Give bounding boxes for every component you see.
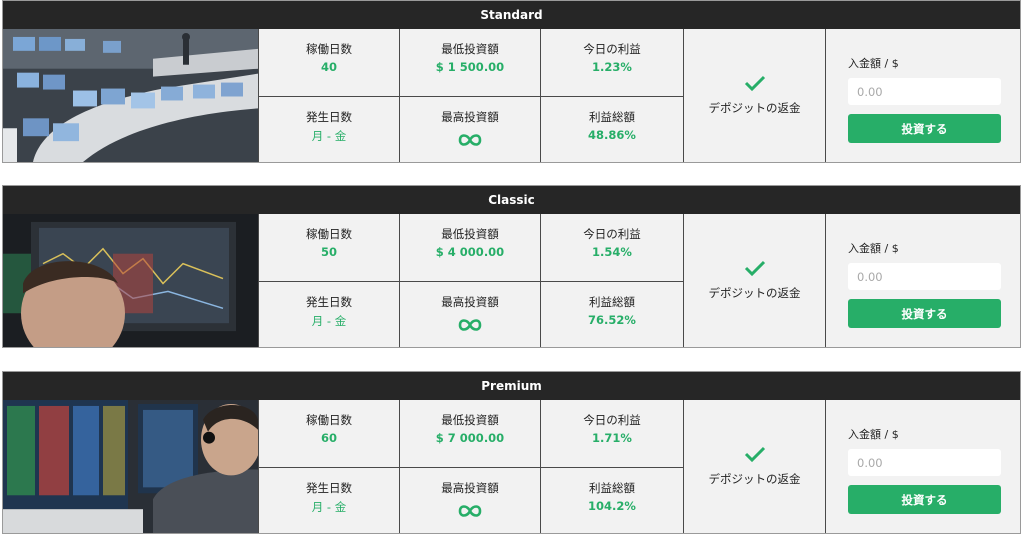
total-profit-cell: 利益総額 48.86%	[540, 95, 683, 162]
min-investment-label: 最低投資額	[441, 227, 499, 241]
plan-card-premium: Premium 稼働日数 60 最低投資額 $ 7 000.00 今日の利益 1…	[2, 371, 1021, 534]
invest-button[interactable]: 投資する	[848, 485, 1001, 514]
working-days-value: 50	[320, 245, 337, 259]
accrual-days-label: 発生日数	[306, 294, 352, 309]
min-investment-cell: 最低投資額 $ 4 000.00	[399, 214, 540, 281]
total-profit-value: 48.86%	[588, 127, 636, 142]
max-investment-label: 最高投資額	[441, 480, 499, 495]
total-profit-label: 利益総額	[589, 109, 635, 124]
check-icon	[744, 75, 765, 92]
today-profit-cell: 今日の利益 1.54%	[540, 214, 683, 281]
deposit-refund-label: デポジットの返金	[708, 286, 801, 300]
check-icon	[744, 446, 765, 463]
check-icon	[744, 260, 765, 277]
today-profit-label: 今日の利益	[583, 42, 641, 56]
amount-input[interactable]	[848, 449, 1001, 476]
plan-card-standard: Standard 稼働日数 40 最低投資額 $ 1 500.00 今日の利益 …	[2, 0, 1021, 163]
min-investment-label: 最低投資額	[441, 42, 499, 56]
invest-button[interactable]: 投資する	[848, 114, 1001, 143]
trader-monitor-photo	[3, 214, 258, 347]
accrual-days-cell: 発生日数 月 - 金	[258, 280, 399, 347]
amount-input[interactable]	[848, 263, 1001, 290]
total-profit-label: 利益総額	[589, 294, 635, 309]
today-profit-value: 1.71%	[592, 431, 632, 445]
invest-panel: 入金額 / $ 投資する	[825, 400, 1020, 533]
min-investment-label: 最低投資額	[441, 413, 499, 427]
total-profit-cell: 利益総額 76.52%	[540, 280, 683, 347]
plan-body: 稼働日数 40 最低投資額 $ 1 500.00 今日の利益 1.23% 発生日…	[3, 29, 1020, 162]
plan-title: Premium	[3, 372, 1020, 400]
amount-input[interactable]	[848, 78, 1001, 105]
max-investment-label: 最高投資額	[441, 294, 499, 309]
deposit-refund-label: デポジットの返金	[708, 101, 801, 115]
today-profit-value: 1.23%	[592, 60, 632, 74]
max-investment-cell: 最高投資額	[399, 280, 540, 347]
total-profit-value: 76.52%	[588, 312, 636, 327]
min-investment-cell: 最低投資額 $ 1 500.00	[399, 29, 540, 96]
today-profit-label: 今日の利益	[583, 413, 641, 427]
deposit-refund-label: デポジットの返金	[708, 472, 801, 486]
accrual-days-value: 月 - 金	[311, 499, 347, 514]
deposit-refund-cell: デポジットの返金	[683, 29, 825, 162]
working-days-label: 稼働日数	[306, 227, 352, 241]
plan-card-classic: Classic 稼働日数 50 最低投資額 $ 4 000.00 今日の利益 1…	[2, 185, 1021, 348]
working-days-value: 60	[320, 431, 337, 445]
accrual-days-value: 月 - 金	[311, 313, 347, 328]
deposit-refund-cell: デポジットの返金	[683, 214, 825, 347]
accrual-days-label: 発生日数	[306, 109, 352, 124]
plan-body: 稼働日数 60 最低投資額 $ 7 000.00 今日の利益 1.71% 発生日…	[3, 400, 1020, 533]
working-days-label: 稼働日数	[306, 413, 352, 427]
min-investment-value: $ 7 000.00	[435, 431, 505, 445]
max-investment-label: 最高投資額	[441, 109, 499, 124]
working-days-cell: 稼働日数 40	[258, 29, 399, 96]
invest-panel: 入金額 / $ 投資する	[825, 214, 1020, 347]
invest-panel: 入金額 / $ 投資する	[825, 29, 1020, 162]
total-profit-label: 利益総額	[589, 480, 635, 495]
max-investment-cell: 最高投資額	[399, 466, 540, 533]
trading-floor-photo	[3, 29, 258, 162]
working-days-cell: 稼働日数 50	[258, 214, 399, 281]
infinity-icon	[400, 316, 540, 338]
min-investment-value: $ 1 500.00	[435, 60, 505, 74]
plan-title: Classic	[3, 186, 1020, 214]
amount-label: 入金額 / $	[848, 242, 899, 255]
working-days-cell: 稼働日数 60	[258, 400, 399, 467]
deposit-refund-cell: デポジットの返金	[683, 400, 825, 533]
infinity-icon	[400, 131, 540, 153]
accrual-days-value: 月 - 金	[311, 128, 347, 143]
today-profit-value: 1.54%	[592, 245, 632, 259]
working-days-value: 40	[320, 60, 337, 74]
trader-headset-photo	[3, 400, 258, 533]
plan-body: 稼働日数 50 最低投資額 $ 4 000.00 今日の利益 1.54% 発生日…	[3, 214, 1020, 347]
amount-label: 入金額 / $	[848, 57, 899, 70]
plan-title: Standard	[3, 1, 1020, 29]
accrual-days-label: 発生日数	[306, 480, 352, 495]
invest-button[interactable]: 投資する	[848, 299, 1001, 328]
infinity-icon	[400, 502, 540, 524]
today-profit-label: 今日の利益	[583, 227, 641, 241]
total-profit-cell: 利益総額 104.2%	[540, 466, 683, 533]
accrual-days-cell: 発生日数 月 - 金	[258, 466, 399, 533]
accrual-days-cell: 発生日数 月 - 金	[258, 95, 399, 162]
total-profit-value: 104.2%	[588, 498, 636, 513]
min-investment-value: $ 4 000.00	[435, 245, 505, 259]
min-investment-cell: 最低投資額 $ 7 000.00	[399, 400, 540, 467]
today-profit-cell: 今日の利益 1.23%	[540, 29, 683, 96]
amount-label: 入金額 / $	[848, 428, 899, 441]
max-investment-cell: 最高投資額	[399, 95, 540, 162]
working-days-label: 稼働日数	[306, 42, 352, 56]
today-profit-cell: 今日の利益 1.71%	[540, 400, 683, 467]
